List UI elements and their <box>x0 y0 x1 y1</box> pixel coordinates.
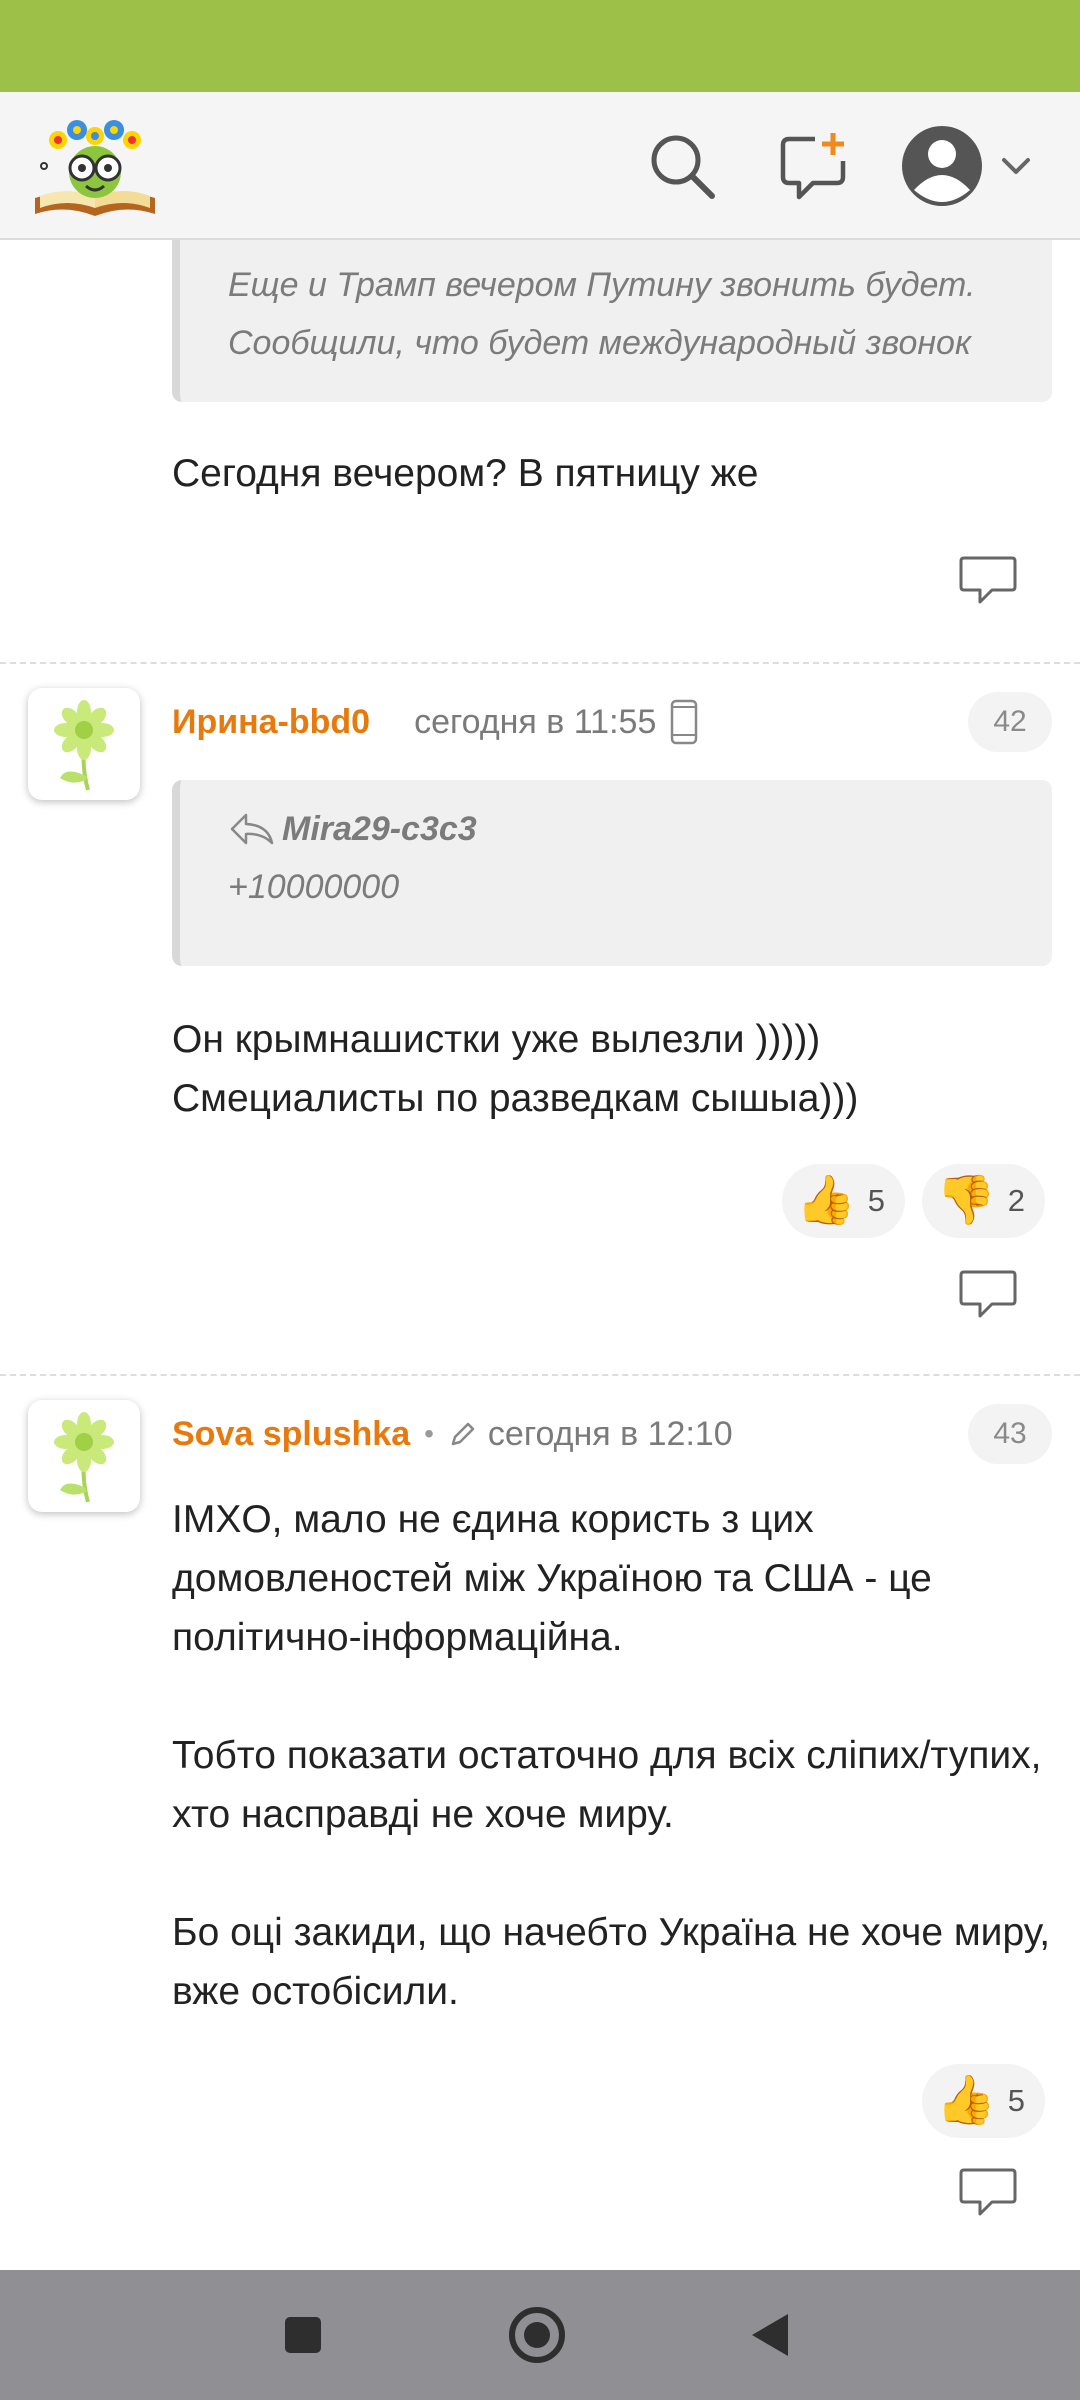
recent-apps-button[interactable] <box>268 2300 338 2370</box>
home-button[interactable] <box>502 2300 572 2370</box>
user-menu-button[interactable] <box>898 124 1048 208</box>
like-count: 5 <box>867 1183 886 1218</box>
quote-author[interactable]: Mira29-c3c3 <box>228 800 1012 858</box>
comment-divider <box>0 1374 1080 1376</box>
comment-body: Он крымнашистки уже вылезли ))))) Смециа… <box>172 1018 859 1120</box>
thumbs-up-icon: 👍 <box>796 1174 856 1227</box>
like-count: 5 <box>1007 2083 1026 2118</box>
avatar[interactable] <box>28 688 140 800</box>
comment-time[interactable]: сегодня в 12:10 <box>488 1415 733 1454</box>
comment-number-badge[interactable]: 43 <box>968 1404 1052 1464</box>
edit-pencil-icon <box>451 1422 475 1446</box>
search-icon[interactable] <box>640 124 724 208</box>
comment-time[interactable]: сегодня в 11:55 <box>414 703 656 742</box>
quote-block: Еще и Трамп вечером Путину звонить будет… <box>172 240 1052 402</box>
site-logo[interactable] <box>30 110 160 222</box>
dislike-count: 2 <box>1007 1183 1026 1218</box>
separator-dot: • <box>424 1418 434 1449</box>
comments-feed: Еще и Трамп вечером Путину звонить будет… <box>0 240 1080 2270</box>
new-message-icon[interactable] <box>772 124 856 208</box>
reply-icon[interactable] <box>958 1268 1018 1320</box>
like-button[interactable]: 👍 5 <box>922 2064 1046 2138</box>
comment-body: IMXO, мало не єдина користь з цих домовл… <box>172 1498 1051 2013</box>
comment-author[interactable]: Ирина-bbd0 <box>172 703 370 742</box>
reply-icon[interactable] <box>958 554 1018 606</box>
comment-divider <box>0 662 1080 664</box>
comment-meta: Sova splushka • сегодня в 12:10 <box>172 1404 733 1464</box>
comment-meta: Ирина-bbd0 сегодня в 11:55 <box>172 692 698 752</box>
quote-text: Еще и Трамп вечером Путину звонить будет… <box>228 266 976 362</box>
thumbs-up-icon: 👍 <box>936 2074 996 2127</box>
like-button[interactable]: 👍 5 <box>782 1164 906 1238</box>
mobile-device-icon <box>671 699 698 745</box>
back-button[interactable] <box>736 2300 806 2370</box>
reply-icon[interactable] <box>958 2166 1018 2218</box>
reply-arrow-icon <box>230 813 274 845</box>
comment-body: Сегодня вечером? В пятницу же <box>172 452 759 495</box>
comment-author[interactable]: Sova splushka <box>172 1415 410 1454</box>
system-navigation-bar <box>0 2270 1080 2400</box>
comment-number-badge[interactable]: 42 <box>968 692 1052 752</box>
dislike-button[interactable]: 👎 2 <box>922 1164 1046 1238</box>
quote-text: +10000000 <box>228 868 400 906</box>
avatar[interactable] <box>28 1400 140 1512</box>
app-header <box>0 92 1080 240</box>
quote-block: Mira29-c3c3 +10000000 <box>172 780 1052 966</box>
quote-author-name: Mira29-c3c3 <box>282 809 477 848</box>
status-bar <box>0 0 1080 92</box>
thumbs-down-icon: 👎 <box>936 1174 996 1227</box>
